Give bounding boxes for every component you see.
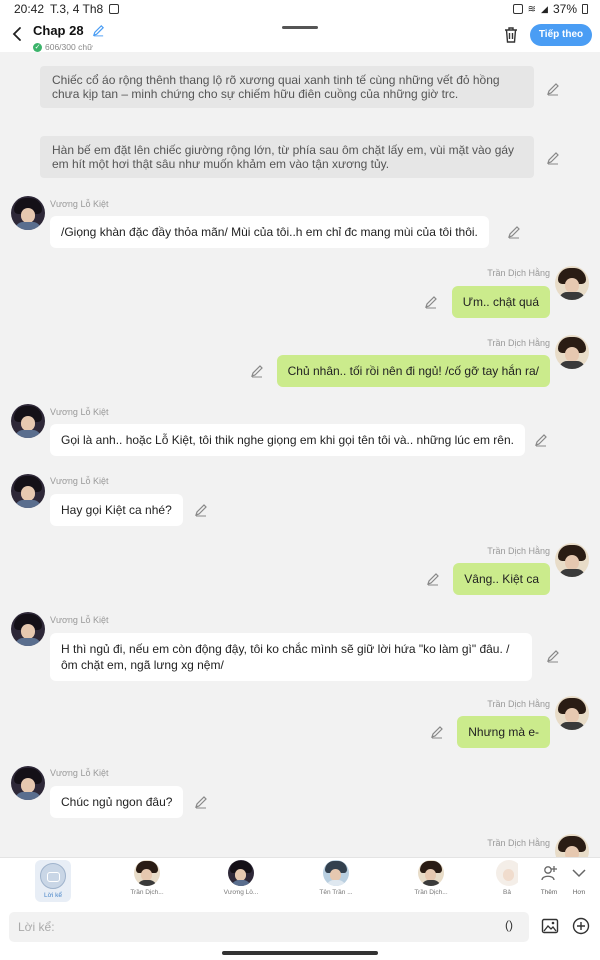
narration-bubble[interactable]: Chiếc cổ áo rộng thênh thang lộ rõ xương… <box>40 66 534 108</box>
message-bubble[interactable]: Gọi là anh.. hoặc Lỗ Kiệt, tôi thik nghe… <box>50 424 525 456</box>
message-bubble[interactable]: Chúc ngủ ngon đâu? <box>50 786 184 818</box>
message-input[interactable]: Lời kể: <box>9 912 529 942</box>
narrator-label: Lời kể <box>44 892 62 899</box>
pencil-icon[interactable] <box>546 82 560 96</box>
pencil-icon[interactable] <box>546 649 560 663</box>
pencil-icon[interactable] <box>194 795 208 809</box>
home-indicator[interactable] <box>222 951 378 955</box>
message-bubble[interactable]: Chủ nhân.. tối rồi nên đi ngủ! /cố gỡ ta… <box>276 355 550 387</box>
avatar <box>323 860 349 886</box>
input-bar: Lời kể: () <box>0 907 600 947</box>
character-item[interactable]: Trần Dịch... <box>401 860 461 896</box>
system-nav-bar <box>0 947 600 960</box>
title-block: Chap 28 ✓ 606/300 chữ <box>33 22 105 52</box>
status-bar: 20:42 T.3, 4 Th8 ≋ ◢ 37% <box>0 0 600 18</box>
add-circle-icon[interactable] <box>572 917 590 935</box>
signal-icon: ◢ <box>541 3 548 14</box>
character-name: Vương Lỗ... <box>223 889 259 896</box>
avatar[interactable] <box>555 266 589 300</box>
chevron-down-icon <box>572 869 586 878</box>
avatar[interactable] <box>11 196 45 230</box>
sender-name: Trần Dịch Hằng <box>487 699 550 709</box>
narrator-button[interactable]: Lời kể <box>35 860 71 902</box>
character-name: Trần Dịch... <box>130 889 164 896</box>
battery-level: 37% <box>552 2 577 16</box>
add-person-icon <box>541 866 557 881</box>
back-arrow-icon[interactable] <box>8 24 26 44</box>
sender-name: Vương Lỗ Kiệt <box>50 615 109 625</box>
battery-icon <box>582 4 588 14</box>
character-item[interactable]: Bả <box>496 860 518 896</box>
status-time: 20:42 <box>14 2 45 16</box>
more-label: Thêm <box>540 889 558 896</box>
character-name: Bả <box>503 889 511 896</box>
pencil-icon[interactable] <box>194 503 208 517</box>
pencil-icon[interactable] <box>92 24 105 37</box>
pencil-icon[interactable] <box>507 225 521 239</box>
character-name: Trần Dịch... <box>414 889 448 896</box>
message-bubble[interactable]: H thì ngủ đi, nếu em còn động đậy, tôi k… <box>50 633 532 681</box>
avatar <box>134 860 160 886</box>
sender-name: Trần Dịch Hằng <box>487 268 550 278</box>
pencil-icon[interactable] <box>534 433 548 447</box>
avatar <box>418 860 444 886</box>
character-item[interactable]: Vương Lỗ... <box>211 860 271 896</box>
drag-handle[interactable] <box>282 26 318 29</box>
add-character-button[interactable]: Thêm <box>536 864 562 896</box>
collapse-button[interactable]: Hơn <box>566 864 592 896</box>
sender-name: Trần Dịch Hằng <box>487 838 550 848</box>
message-bubble[interactable]: Vâng.. Kiệt ca <box>453 563 550 595</box>
parenthesis-button[interactable]: () <box>505 918 513 932</box>
status-date: T.3, 4 Th8 <box>50 2 104 16</box>
gallery-notification-icon <box>109 4 120 14</box>
collapse-label: Hơn <box>572 889 586 896</box>
message-bubble[interactable]: Nhưng mà e- <box>457 716 550 748</box>
sender-name: Vương Lỗ Kiệt <box>50 768 109 778</box>
avatar[interactable] <box>555 335 589 369</box>
character-name: Tên Trần ... <box>319 889 353 896</box>
avatar <box>228 860 254 886</box>
pencil-icon[interactable] <box>430 725 444 739</box>
pencil-icon[interactable] <box>546 151 560 165</box>
character-bar: Lời kể Trần Dịch... Vương Lỗ... Tên Trần… <box>0 857 600 907</box>
character-item[interactable]: Tên Trần ... <box>306 860 366 896</box>
next-button[interactable]: Tiếp theo <box>530 24 592 46</box>
sender-name: Vương Lỗ Kiệt <box>50 199 109 209</box>
trash-icon[interactable] <box>503 26 519 44</box>
avatar[interactable] <box>11 474 45 508</box>
chat-area[interactable]: Chiếc cổ áo rộng thênh thang lộ rõ xương… <box>0 52 600 857</box>
sender-name: Vương Lỗ Kiệt <box>50 476 109 486</box>
sender-name: Trần Dịch Hằng <box>487 338 550 348</box>
chapter-title[interactable]: Chap 28 <box>33 23 84 38</box>
narrator-icon <box>40 863 66 889</box>
avatar[interactable] <box>11 766 45 800</box>
wifi-icon: ≋ <box>527 3 537 15</box>
editor-header: Chap 28 ✓ 606/300 chữ Tiếp theo <box>0 18 600 52</box>
sender-name: Vương Lỗ Kiệt <box>50 407 109 417</box>
message-bubble[interactable]: Ưm.. chật quá <box>451 286 550 318</box>
check-icon: ✓ <box>33 42 42 52</box>
word-count-text: 606/300 chữ <box>45 42 93 52</box>
image-icon[interactable] <box>541 917 559 935</box>
pencil-icon[interactable] <box>424 295 438 309</box>
word-count: ✓ 606/300 chữ <box>33 42 105 52</box>
avatar[interactable] <box>11 612 45 646</box>
pencil-icon[interactable] <box>250 364 264 378</box>
avatar <box>496 860 518 886</box>
sender-name: Trần Dịch Hằng <box>487 546 550 556</box>
message-bubble[interactable]: Hay gọi Kiệt ca nhé? <box>50 494 183 526</box>
pencil-icon[interactable] <box>426 572 440 586</box>
avatar[interactable] <box>555 834 589 857</box>
narration-bubble[interactable]: Hàn bế em đặt lên chiếc giường rộng lớn,… <box>40 136 534 178</box>
avatar[interactable] <box>555 543 589 577</box>
character-item[interactable]: Trần Dịch... <box>117 860 177 896</box>
message-bubble[interactable]: /Giọng khàn đặc đầy thỏa mãn/ Mùi của tô… <box>50 216 489 248</box>
avatar[interactable] <box>11 404 45 438</box>
avatar[interactable] <box>555 696 589 730</box>
lock-icon <box>512 4 523 14</box>
